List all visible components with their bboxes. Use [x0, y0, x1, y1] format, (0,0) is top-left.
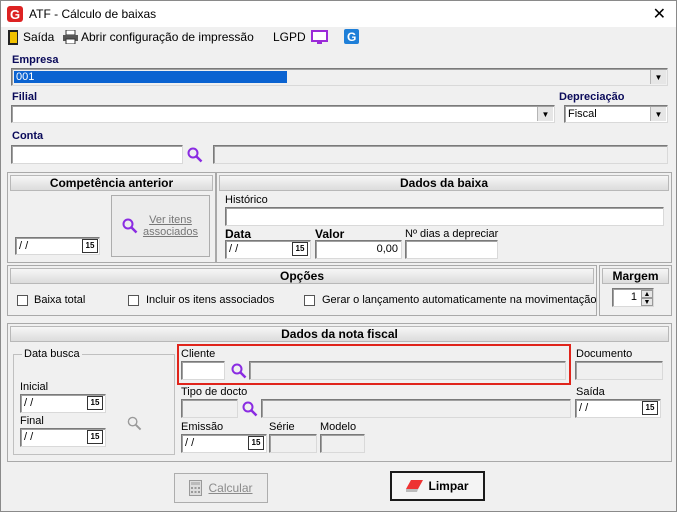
historico-label: Histórico	[225, 194, 268, 206]
lgpd-button[interactable]: LGPD	[273, 30, 306, 44]
modelo-label: Modelo	[320, 421, 357, 433]
app-logo-icon: G	[7, 6, 23, 22]
toolbar: Saída Abrir configuração de impressão LG…	[1, 27, 676, 49]
baixa-total-label: Baixa total	[34, 294, 86, 306]
serie-field	[269, 434, 317, 453]
nota-fiscal-title: Dados da nota fiscal	[10, 326, 669, 342]
search-icon	[122, 218, 137, 234]
serie-label: Série	[269, 421, 295, 433]
calendar-icon[interactable]: 15	[82, 239, 98, 253]
conta-search-icon[interactable]	[187, 147, 203, 163]
incluir-itens-label: Incluir os itens associados	[146, 294, 275, 306]
filial-label: Filial	[12, 91, 38, 103]
print-config-button[interactable]: Abrir configuração de impressão	[81, 30, 254, 44]
calendar-icon[interactable]: 15	[292, 242, 308, 256]
chevron-down-icon[interactable]: ▼	[650, 107, 666, 121]
calendar-icon[interactable]: 15	[87, 430, 103, 444]
spin-up-icon[interactable]: ▲	[641, 290, 653, 298]
gerar-lancamento-label: Gerar o lançamento automaticamente na mo…	[322, 294, 597, 306]
final-date-value: / /	[24, 431, 34, 443]
documento-field	[575, 361, 663, 380]
competencia-title: Competência anterior	[10, 175, 213, 191]
data-busca-group: Data busca Inicial / / 15 Final / / 15	[13, 348, 175, 455]
empresa-selection-highlight	[14, 71, 287, 83]
documento-label: Documento	[576, 348, 633, 360]
depreciacao-label: Depreciação	[559, 91, 625, 103]
conta-label: Conta	[12, 130, 44, 142]
data-label: Data	[225, 227, 252, 241]
opcoes-panel: Opções Baixa total Incluir os itens asso…	[7, 265, 597, 316]
historico-input[interactable]	[225, 207, 664, 226]
tipo-docto-description-field	[261, 399, 571, 418]
inicial-label: Inicial	[20, 381, 49, 393]
final-label: Final	[20, 415, 44, 427]
brand-g-icon[interactable]: G	[344, 29, 359, 44]
emissao-date-value: / /	[185, 437, 195, 449]
limpar-button[interactable]: Limpar	[390, 471, 485, 501]
inicial-date-value: / /	[24, 397, 34, 409]
margem-value: 1	[630, 291, 637, 303]
conta-description-field	[213, 145, 668, 164]
dias-depreciar-label: Nº dias a depreciar	[405, 228, 499, 240]
printer-icon	[63, 30, 78, 44]
spin-down-icon[interactable]: ▼	[641, 298, 653, 306]
calcular-button[interactable]: Calcular	[174, 473, 268, 503]
valor-label: Valor	[315, 227, 345, 241]
tipo-docto-code-field	[181, 399, 238, 418]
saida-date-value: / /	[579, 402, 589, 414]
monitor-icon[interactable]	[311, 30, 328, 45]
calendar-icon[interactable]: 15	[248, 436, 264, 450]
gerar-lancamento-checkbox[interactable]	[304, 295, 315, 306]
competencia-date-value: / /	[19, 240, 29, 252]
calcular-label: Calcular	[208, 481, 253, 495]
opcoes-title: Opções	[10, 268, 594, 284]
nota-fiscal-panel: Dados da nota fiscal Data busca Inicial …	[7, 323, 672, 462]
baixa-total-checkbox[interactable]	[17, 295, 28, 306]
empresa-value: 001	[16, 71, 35, 83]
tipo-docto-label: Tipo de docto	[181, 386, 248, 398]
margem-panel: Margem 1 ▲ ▼	[599, 265, 672, 316]
calendar-icon[interactable]: 15	[87, 396, 103, 410]
svg-text:G: G	[10, 7, 20, 22]
svg-text:G: G	[347, 30, 356, 44]
chevron-down-icon[interactable]: ▼	[537, 107, 553, 121]
ver-itens-button[interactable]: Ver itens associados	[111, 195, 210, 257]
search-icon[interactable]	[127, 416, 142, 431]
empresa-label: Empresa	[12, 54, 59, 66]
empresa-select[interactable]: 001 ▼	[11, 68, 668, 86]
conta-input[interactable]	[11, 145, 183, 164]
exit-door-icon	[8, 30, 18, 45]
data-busca-label: Data busca	[22, 348, 82, 360]
depreciacao-select[interactable]: Fiscal ▼	[564, 105, 668, 123]
competencia-panel: Competência anterior / / 15 Ver itens as…	[7, 172, 216, 263]
calculator-icon	[189, 480, 203, 496]
limpar-label: Limpar	[428, 479, 469, 493]
filial-select[interactable]: ▼	[11, 105, 555, 123]
exit-button[interactable]: Saída	[23, 30, 54, 44]
baixa-panel: Dados da baixa Histórico Data / / 15 Val…	[216, 172, 672, 263]
margem-title: Margem	[602, 268, 669, 284]
calendar-icon[interactable]: 15	[642, 401, 658, 415]
baixa-title: Dados da baixa	[219, 175, 669, 191]
tipo-docto-search-icon[interactable]	[242, 401, 258, 417]
baixa-date-value: / /	[229, 243, 239, 255]
emissao-label: Emissão	[181, 421, 224, 433]
valor-value: 0,00	[376, 243, 398, 255]
chevron-down-icon[interactable]: ▼	[650, 70, 666, 84]
modelo-field	[320, 434, 365, 453]
cliente-highlight-box	[177, 344, 571, 385]
title-bar: G ATF - Cálculo de baixas ✕	[1, 1, 676, 27]
valor-input[interactable]: 0,00	[315, 240, 402, 259]
close-icon[interactable]: ✕	[653, 4, 666, 23]
dias-depreciar-input[interactable]	[405, 240, 498, 259]
ver-itens-label: Ver itens associados	[142, 214, 199, 238]
saida-label: Saída	[576, 386, 605, 398]
window-title: ATF - Cálculo de baixas	[29, 7, 157, 21]
depreciacao-value: Fiscal	[568, 108, 597, 120]
incluir-itens-checkbox[interactable]	[128, 295, 139, 306]
main-window: G ATF - Cálculo de baixas ✕ Saída Abrir …	[0, 0, 677, 512]
eraser-icon	[406, 479, 424, 492]
